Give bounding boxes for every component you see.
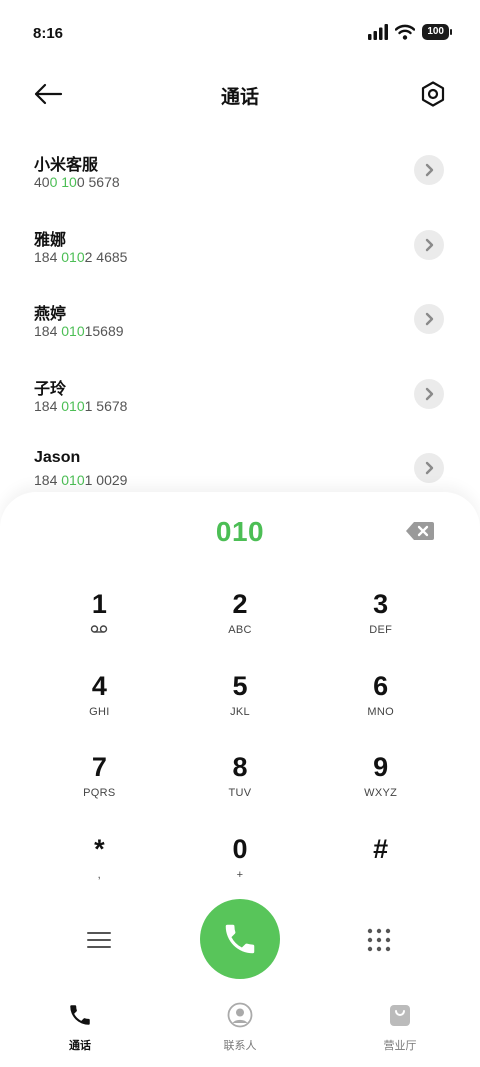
- key-1[interactable]: 1: [29, 584, 170, 666]
- key-letters: ,: [97, 869, 101, 882]
- voicemail-icon: [90, 624, 108, 636]
- key-9[interactable]: 9 WXYZ: [310, 747, 451, 829]
- tab-calls[interactable]: 通话: [0, 990, 160, 1067]
- status-bar: 8:16 100: [0, 0, 480, 66]
- tab-service-hall[interactable]: 营业厅: [320, 990, 480, 1067]
- key-digit: 0: [232, 834, 248, 865]
- contact-row[interactable]: 小米客服 400 100 5678: [0, 133, 480, 208]
- contact-number: 184 0101 5678: [34, 397, 128, 414]
- key-letters: MNO: [367, 705, 394, 718]
- match-highlight: 010: [61, 323, 85, 339]
- dialpad-grid-icon: [367, 928, 391, 952]
- wifi-icon: [395, 24, 416, 40]
- key-digit: *: [94, 834, 105, 865]
- chevron-right-icon: [425, 238, 434, 251]
- phone-icon: [225, 924, 255, 954]
- contact-name: Jason: [34, 449, 81, 466]
- settings-button[interactable]: [416, 77, 450, 111]
- key-letters: DEF: [369, 624, 393, 636]
- contacts-icon: [226, 1001, 254, 1029]
- match-highlight: 010: [61, 472, 85, 488]
- key-2[interactable]: 2 ABC: [170, 584, 311, 666]
- call-button[interactable]: [200, 899, 280, 979]
- key-letters: GHI: [89, 705, 110, 718]
- hexagon-gear-icon: [421, 81, 445, 107]
- key-5[interactable]: 5 JKL: [170, 666, 311, 748]
- header: 通话: [0, 66, 480, 122]
- contact-row[interactable]: 雅娜 184 0102 4685: [0, 208, 480, 283]
- phone-icon: [66, 1001, 94, 1029]
- contact-list: 小米客服 400 100 5678 雅娜 184 0102 4685 燕婷 18…: [0, 133, 480, 506]
- key-digit: 6: [373, 670, 389, 701]
- key-digit: 7: [91, 752, 107, 783]
- status-time: 8:16: [33, 25, 64, 42]
- contact-detail-button[interactable]: [414, 155, 444, 185]
- key-letters: PQRS: [83, 787, 116, 800]
- contact-number: 184 0101 0029: [34, 472, 128, 488]
- contact-name: 燕婷: [34, 306, 67, 323]
- key-letters: WXYZ: [364, 787, 398, 800]
- key-letters: ABC: [228, 624, 252, 636]
- signal-icon: [368, 24, 389, 40]
- match-highlight: 0 10: [49, 174, 77, 190]
- menu-icon: [87, 932, 111, 948]
- chevron-right-icon: [425, 163, 434, 177]
- contact-detail-button[interactable]: [414, 378, 444, 409]
- chevron-right-icon: [425, 312, 434, 326]
- key-letters: JKL: [230, 705, 250, 718]
- tab-label: 营业厅: [383, 1040, 417, 1052]
- contact-detail-button[interactable]: [414, 304, 444, 334]
- key-3[interactable]: 3 DEF: [310, 584, 451, 666]
- contact-number: 184 01015689: [34, 323, 124, 339]
- dialpad-toggle-button[interactable]: [362, 924, 396, 956]
- key-digit: 2: [232, 589, 248, 619]
- key-star[interactable]: * ,: [29, 829, 170, 911]
- key-digit: 8: [232, 752, 248, 783]
- menu-button[interactable]: [82, 924, 116, 956]
- dialer-panel: 010 1 2 ABC 3 DEF 4 GHI 5 JKL 6 MNO 7 PQ…: [0, 492, 480, 1067]
- battery-indicator: 100: [422, 24, 452, 40]
- key-digit: #: [373, 834, 389, 865]
- contact-name: 雅娜: [34, 231, 67, 249]
- tab-label: 联系人: [223, 1040, 257, 1052]
- status-icons: 100: [368, 24, 452, 40]
- backspace-button[interactable]: [404, 520, 436, 542]
- keypad: 1 2 ABC 3 DEF 4 GHI 5 JKL 6 MNO 7 PQRS 8…: [29, 584, 451, 911]
- page-title: 通话: [220, 87, 259, 108]
- contact-row[interactable]: 燕婷 184 01015689: [0, 282, 480, 357]
- key-digit: 4: [91, 670, 107, 701]
- key-8[interactable]: 8 TUV: [170, 747, 311, 829]
- key-letters: +: [236, 869, 244, 882]
- key-digit: 9: [373, 752, 389, 783]
- contact-detail-button[interactable]: [414, 453, 444, 483]
- contact-name: 小米客服: [34, 157, 99, 174]
- key-letters: TUV: [228, 787, 252, 800]
- key-digit: 5: [232, 670, 248, 701]
- tab-label: 通话: [69, 1040, 91, 1052]
- contact-detail-button[interactable]: [414, 229, 444, 260]
- chevron-right-icon: [425, 461, 434, 475]
- key-7[interactable]: 7 PQRS: [29, 747, 170, 829]
- key-hash[interactable]: #: [310, 829, 451, 911]
- key-4[interactable]: 4 GHI: [29, 666, 170, 748]
- match-highlight: 010: [61, 248, 85, 265]
- key-digit: 1: [91, 589, 107, 619]
- contact-row[interactable]: 子玲 184 0101 5678: [0, 357, 480, 432]
- bottom-nav: 通话 联系人 营业厅: [0, 990, 480, 1067]
- shopping-bag-icon: [386, 1001, 414, 1029]
- chevron-right-icon: [425, 387, 434, 400]
- key-digit: 3: [373, 589, 389, 619]
- backspace-icon: [406, 522, 434, 540]
- tab-contacts[interactable]: 联系人: [160, 990, 320, 1067]
- match-highlight: 010: [61, 397, 85, 414]
- key-6[interactable]: 6 MNO: [310, 666, 451, 748]
- contact-number: 400 100 5678: [34, 174, 120, 190]
- contact-number: 184 0102 4685: [34, 248, 128, 265]
- contact-name: 子玲: [34, 380, 67, 398]
